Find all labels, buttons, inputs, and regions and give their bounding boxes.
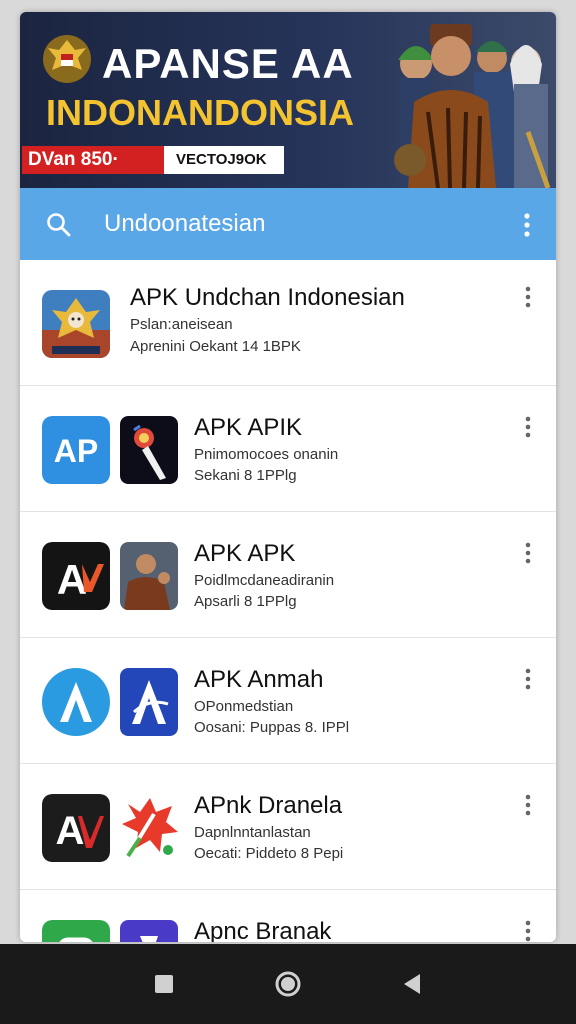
circle-icon[interactable]: [268, 964, 308, 1004]
promo-label: DVan 850·: [22, 146, 164, 174]
banner-subtitle: INDONANDONSIA: [46, 92, 355, 133]
more-vert-icon[interactable]: [520, 666, 536, 692]
more-vert-icon[interactable]: [520, 540, 536, 566]
app-meta: Oosani: Puppas 8. IPPl: [194, 719, 350, 736]
app-meta: Apsarli 8 1PPlg: [194, 593, 297, 610]
app-meta: Oecati: Piddeto 8 Pepi: [194, 845, 344, 862]
list-item[interactable]: APK Anmah OPonmedstian Oosani: Puppas 8.…: [20, 638, 556, 764]
svg-text:AP: AP: [54, 433, 98, 469]
app-name: APnk Dranela: [194, 792, 343, 819]
more-vert-icon[interactable]: [518, 210, 536, 240]
more-vert-icon[interactable]: [520, 284, 536, 310]
banner-people-image: [394, 24, 551, 188]
app-screen: APANSE AA INDONANDONSIA DVan 850· VECTOJ…: [20, 12, 556, 942]
promo-tag: VECTOJ9OK: [164, 146, 284, 174]
app-list: APK Undchan Indonesian Pslan:aneisean Ap…: [20, 260, 556, 942]
garuda-emblem-icon: [43, 35, 91, 83]
app-name: Apnc Branak: [194, 918, 332, 942]
app-icon-emblem: [42, 290, 110, 358]
app-name: APK APK: [194, 540, 296, 567]
ay-logo-icon: A: [42, 542, 110, 610]
splash-logo-icon: [122, 798, 178, 858]
ap-logo-icon: AP: [42, 416, 110, 484]
app-meta: Sekani 8 1PPlg: [194, 467, 297, 484]
av-logo-icon: A: [42, 794, 110, 862]
banner-title: APANSE AA: [102, 40, 354, 87]
purple-app-icon: [120, 920, 178, 942]
app-description: Pnimomocoes onanin: [194, 446, 339, 463]
list-item[interactable]: AP APK APIK Pnimomocoes onanin Sekani 8 …: [20, 386, 556, 512]
search-bar: [20, 188, 556, 260]
svg-text:A: A: [56, 809, 85, 853]
promo-banner[interactable]: APANSE AA INDONANDONSIA DVan 850· VECTOJ…: [20, 12, 556, 188]
app-description: OPonmedstian: [194, 698, 294, 715]
green-app-icon: [42, 920, 110, 942]
app-name: APK Anmah: [194, 666, 324, 693]
system-nav-bar: [0, 944, 576, 1024]
more-vert-icon[interactable]: [520, 918, 536, 942]
rocket-icon: [120, 416, 178, 484]
app-description: Pslan:aneisean: [130, 316, 233, 333]
app-description: Poidlmcdaneadiranin: [194, 572, 335, 589]
search-icon[interactable]: [46, 212, 72, 238]
app-name: APK Undchan Indonesian: [130, 284, 405, 311]
a-square-logo-icon: [120, 668, 178, 736]
list-item[interactable]: A APK APK Poidlmcdaneadiranin Apsarli 8 …: [20, 512, 556, 638]
person-photo-icon: [120, 542, 178, 610]
app-name: APK APIK: [194, 414, 303, 441]
search-input[interactable]: [104, 206, 484, 242]
list-item[interactable]: A APnk Dranela Dapnlnntanlastan Oecati: …: [20, 764, 556, 890]
list-item[interactable]: APK Undchan Indonesian Pslan:aneisean Ap…: [20, 260, 556, 386]
svg-text:A: A: [57, 556, 87, 603]
more-vert-icon[interactable]: [520, 792, 536, 818]
triangle-back-icon[interactable]: [392, 964, 432, 1004]
square-icon[interactable]: [144, 964, 184, 1004]
a-circle-logo-icon: [42, 668, 110, 736]
list-item[interactable]: Apnc Branak: [20, 890, 556, 942]
more-vert-icon[interactable]: [520, 414, 536, 440]
app-meta: Aprenini Oekant 14 1BPK: [130, 338, 301, 355]
app-description: Dapnlnntanlastan: [194, 824, 311, 841]
